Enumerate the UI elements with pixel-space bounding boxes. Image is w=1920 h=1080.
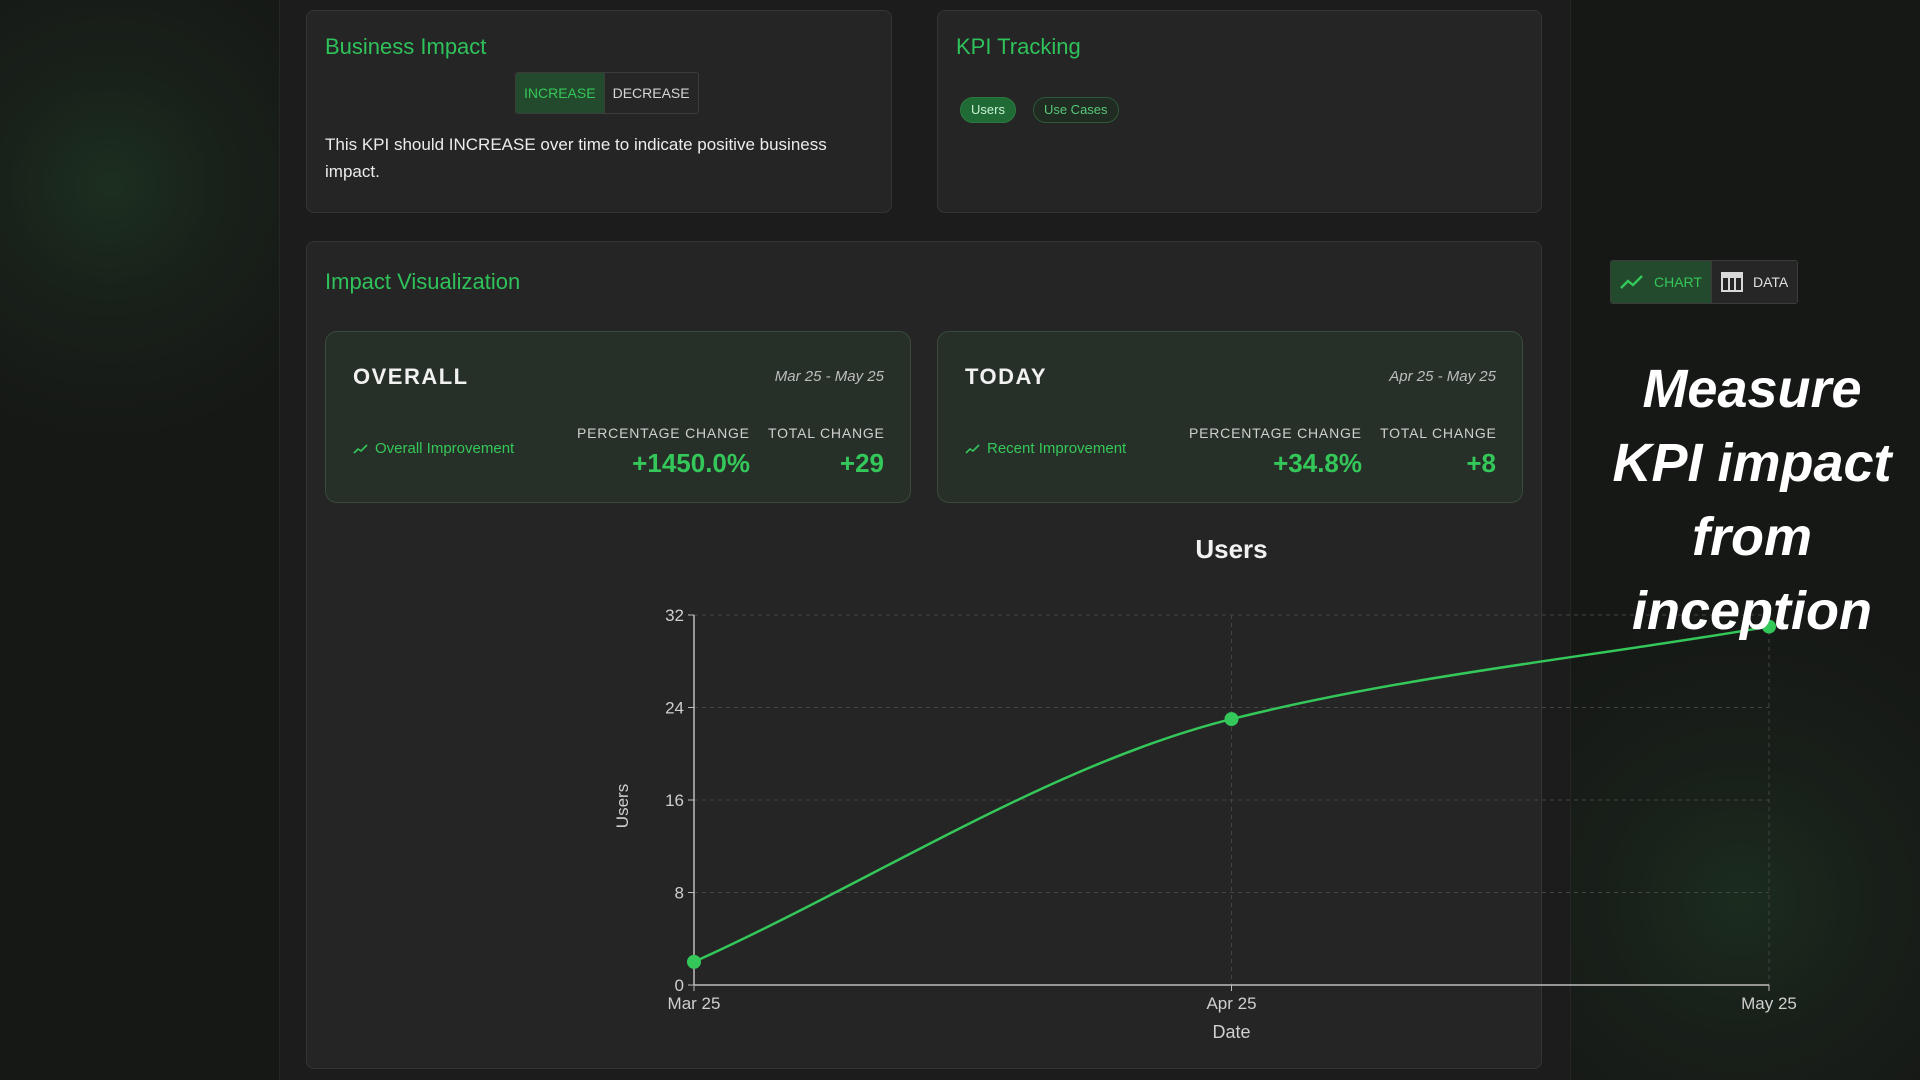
overall-total-value: +29	[839, 448, 884, 478]
x-tick-label: Mar 25	[668, 994, 721, 1013]
chip-users[interactable]: Users	[960, 97, 1016, 123]
kpi-tracking-card: KPI Tracking Users Use Cases	[937, 10, 1542, 213]
x-tick-label: May 25	[1741, 994, 1797, 1013]
business-impact-card: Business Impact INCREASE DECREASE This K…	[306, 10, 892, 213]
today-improvement-label: Recent Improvement	[987, 440, 1127, 457]
view-toggle: CHART DATA	[1610, 260, 1799, 304]
overall-improvement: Overall Improvement	[353, 440, 514, 457]
increase-button[interactable]: INCREASE	[516, 73, 604, 113]
y-tick-label: 32	[665, 606, 684, 625]
main-panel: Business Impact INCREASE DECREASE This K…	[279, 0, 1799, 1080]
x-axis-label: Date	[1212, 1022, 1250, 1042]
table-icon	[1720, 272, 1743, 292]
y-tick-label: 8	[675, 884, 684, 903]
trending-up-icon	[1620, 275, 1643, 289]
decrease-button[interactable]: DECREASE	[603, 73, 698, 113]
kpi-tracking-title: KPI Tracking	[956, 34, 1081, 59]
chart-view-button[interactable]: CHART	[1611, 261, 1711, 303]
x-tick-label: Apr 25	[1206, 994, 1256, 1013]
today-heading: TODAY	[965, 364, 1048, 389]
y-tick-label: 16	[665, 791, 684, 810]
kpi-chip-list: Users Use Cases	[960, 97, 1136, 123]
y-tick-label: 24	[665, 699, 684, 718]
today-stat-card: TODAY Apr 25 - May 25 Recent Improvement…	[937, 331, 1523, 503]
overall-pct-label: PERCENTAGE CHANGE	[577, 425, 750, 441]
overall-date-range: Mar 25 - May 25	[774, 368, 884, 385]
today-pct-label: PERCENTAGE CHANGE	[1189, 425, 1362, 441]
trending-up-icon	[965, 443, 980, 454]
y-axis-label: Users	[613, 784, 632, 828]
overall-stat-card: OVERALL Mar 25 - May 25 Overall Improvem…	[325, 331, 911, 503]
data-view-button[interactable]: DATA	[1710, 261, 1798, 303]
chart-view-label: CHART	[1654, 274, 1702, 290]
impact-visualization-title: Impact Visualization	[325, 269, 521, 294]
chip-use-cases[interactable]: Use Cases	[1032, 97, 1119, 123]
overall-heading: OVERALL	[353, 364, 469, 389]
business-impact-description: This KPI should INCREASE over time to in…	[325, 135, 827, 181]
y-tick-label: 0	[675, 976, 684, 995]
data-point	[1224, 712, 1239, 727]
today-total-label: TOTAL CHANGE	[1380, 425, 1497, 441]
trending-up-icon	[353, 443, 368, 454]
data-point	[687, 954, 701, 969]
today-improvement: Recent Improvement	[965, 440, 1126, 457]
direction-toggle: INCREASE DECREASE	[515, 72, 699, 114]
today-total-value: +8	[1466, 448, 1496, 478]
overall-improvement-label: Overall Improvement	[375, 440, 515, 457]
overall-total-label: TOTAL CHANGE	[768, 425, 885, 441]
today-date-range: Apr 25 - May 25	[1389, 368, 1496, 385]
business-impact-title: Business Impact	[325, 34, 487, 59]
today-pct-value: +34.8%	[1273, 448, 1362, 478]
data-view-label: DATA	[1752, 274, 1789, 290]
chart-title: Users	[1195, 534, 1267, 564]
overall-pct-value: +1450.0%	[632, 448, 750, 478]
tagline: Measure KPI impact from inception	[1612, 359, 1892, 641]
